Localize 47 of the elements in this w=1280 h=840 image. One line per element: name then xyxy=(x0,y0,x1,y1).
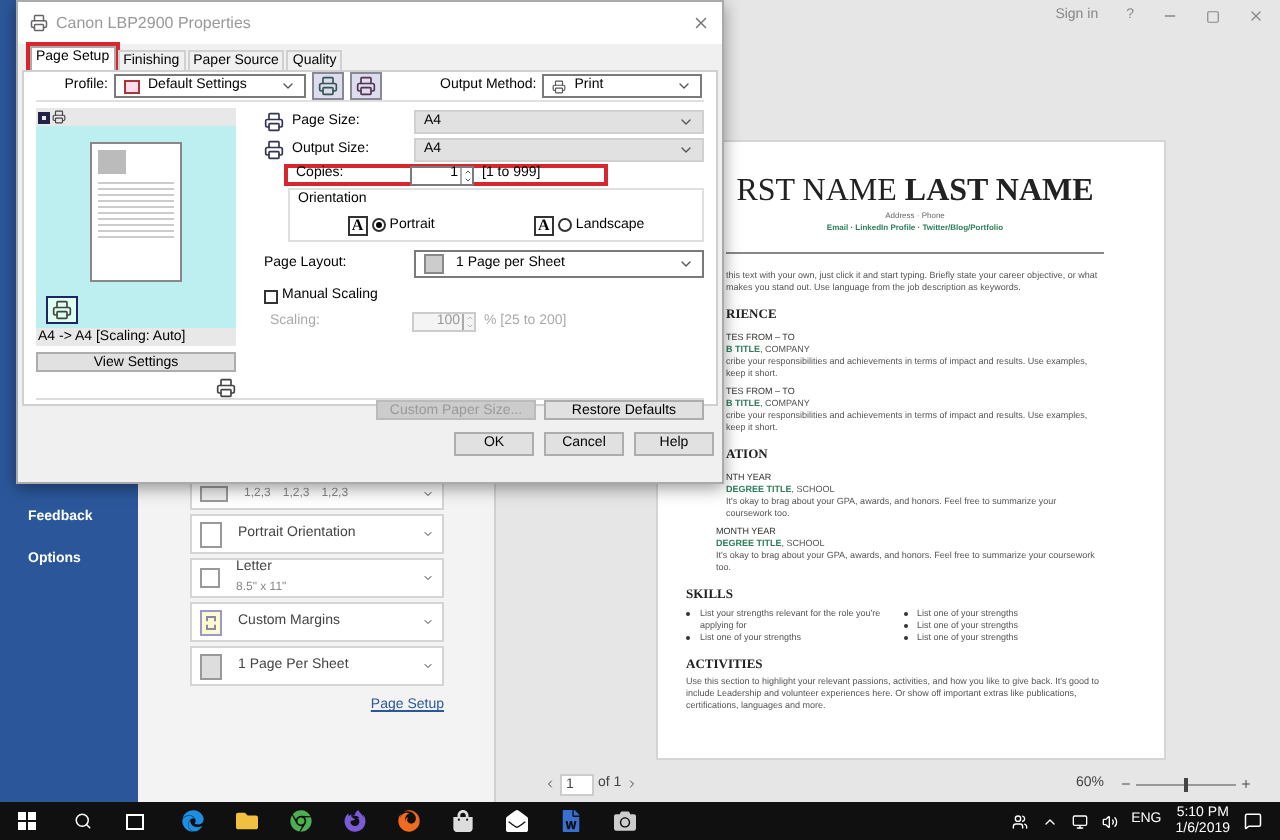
close-icon[interactable] xyxy=(1248,8,1264,24)
chevron-down-icon xyxy=(280,78,296,94)
window-title: Canon LBP2900 Properties xyxy=(56,11,253,35)
search-icon[interactable] xyxy=(74,812,92,830)
notification-icon[interactable] xyxy=(1244,812,1262,830)
shopping-bag-icon[interactable] xyxy=(452,810,474,832)
checkbox[interactable] xyxy=(264,289,278,304)
printer-button[interactable] xyxy=(46,296,78,324)
caret-icon xyxy=(422,616,434,628)
page-preview-drawing xyxy=(90,142,182,282)
e-logo-icon[interactable] xyxy=(182,810,204,832)
printer-icon[interactable] xyxy=(52,110,66,124)
caret-icon xyxy=(422,660,434,672)
letter-a-icon: A xyxy=(347,215,368,236)
network-icon[interactable] xyxy=(1071,813,1088,829)
printer-icon xyxy=(264,140,284,160)
printer-icon xyxy=(30,14,48,32)
caret-icon xyxy=(422,488,434,500)
round-logo-icon[interactable] xyxy=(398,810,420,832)
envelope-icon[interactable] xyxy=(506,810,528,832)
zoom-in-icon[interactable] xyxy=(1240,778,1252,790)
printer-icon[interactable] xyxy=(216,378,236,398)
page-icon xyxy=(424,254,444,274)
round-logo-icon[interactable] xyxy=(344,810,366,832)
caret-icon xyxy=(422,572,434,584)
start-button[interactable] xyxy=(18,812,36,830)
close-icon[interactable] xyxy=(692,14,710,32)
volume-icon[interactable] xyxy=(1101,813,1118,829)
people-icon[interactable] xyxy=(1011,813,1028,829)
printer-icon xyxy=(552,79,567,93)
profile-icon xyxy=(124,79,140,93)
page-icon xyxy=(200,568,220,588)
camera-icon[interactable] xyxy=(614,810,636,832)
document-icon[interactable] xyxy=(560,810,582,832)
page-icon xyxy=(200,521,222,547)
name-heading: RST NAME LAST NAME xyxy=(734,174,1096,210)
margins-icon xyxy=(200,609,222,635)
radio-button[interactable] xyxy=(557,218,572,233)
letter-a-icon: A xyxy=(533,215,554,236)
chevron-down-icon xyxy=(676,78,693,94)
round-logo-icon[interactable] xyxy=(290,810,312,832)
caret-icon xyxy=(422,528,434,540)
page-icon xyxy=(200,653,222,679)
folder-icon[interactable] xyxy=(236,810,258,832)
printer-icon xyxy=(264,112,284,132)
chevron-down-icon xyxy=(678,256,694,272)
radio-button[interactable] xyxy=(371,218,386,233)
